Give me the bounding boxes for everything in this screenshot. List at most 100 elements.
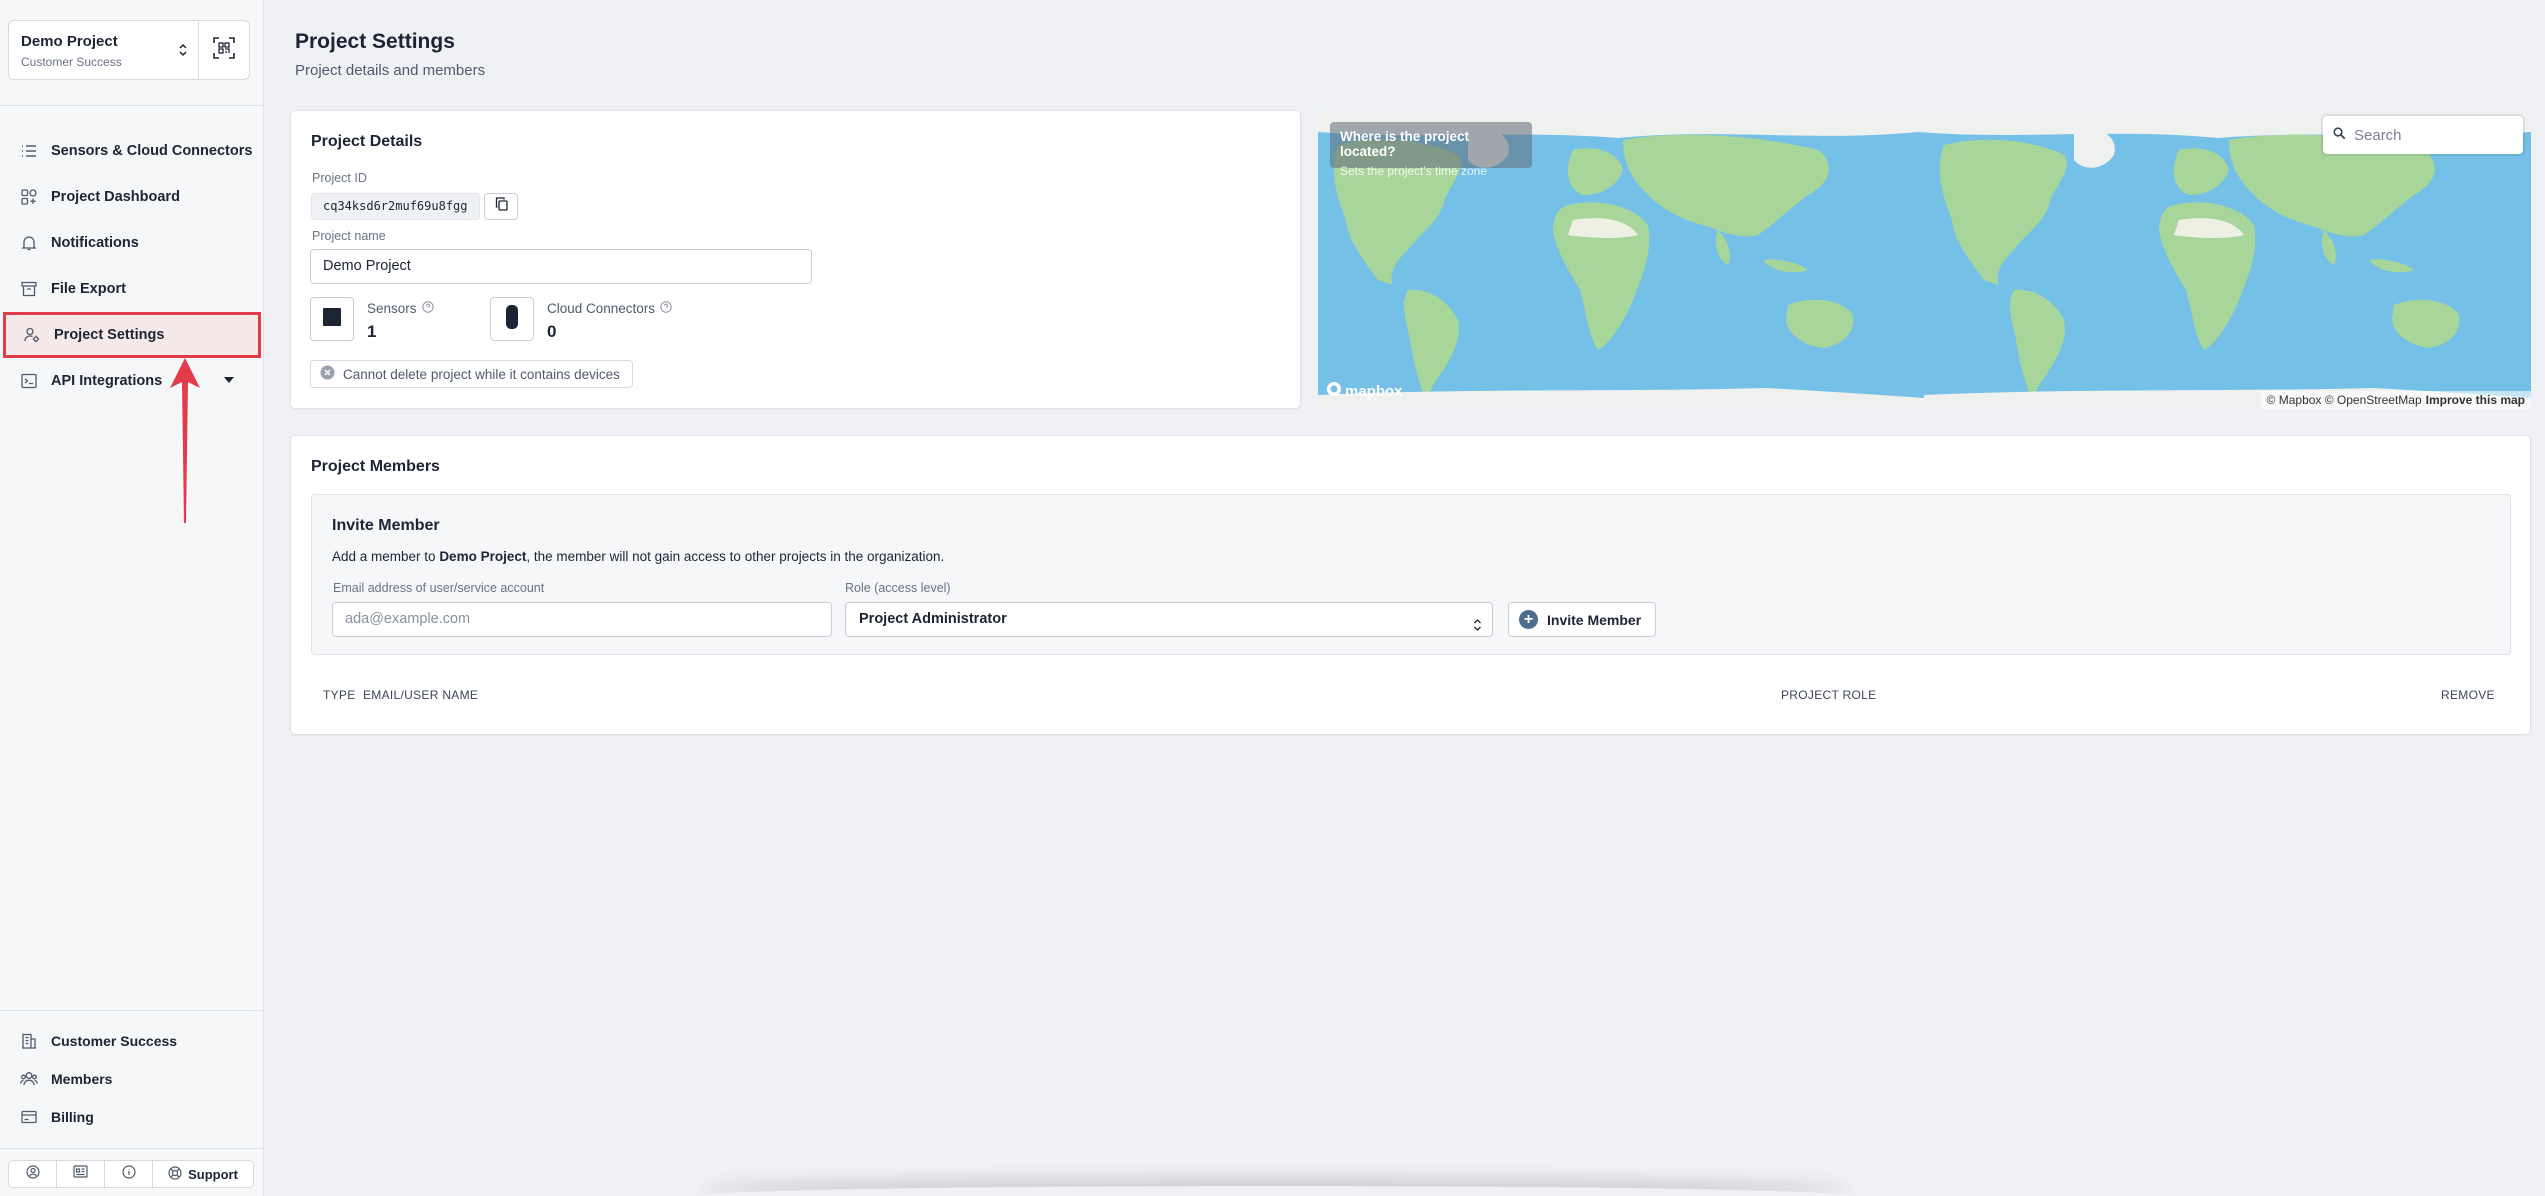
mapbox-logo[interactable]: mapbox <box>1326 381 1403 401</box>
chevron-up-down-icon <box>178 42 188 63</box>
sidebar-item-label: Sensors & Cloud Connectors <box>51 143 253 159</box>
project-name-input[interactable]: Demo Project <box>310 249 812 284</box>
sidebar-item-sensors[interactable]: Sensors & Cloud Connectors <box>0 128 264 174</box>
annotation-arrow <box>170 358 200 523</box>
sensor-icon <box>323 307 341 331</box>
cloud-connectors-tile <box>490 297 534 341</box>
project-members-card: Project Members Invite Member Add a memb… <box>290 435 2531 735</box>
sidebar-item-billing[interactable]: Billing <box>0 1098 264 1136</box>
mapbox-logo-text: mapbox <box>1345 382 1403 400</box>
column-header-remove: REMOVE <box>2441 688 2495 702</box>
sidebar-item-label: Project Settings <box>54 327 165 343</box>
invite-desc-post: , the member will not gain access to oth… <box>526 549 945 564</box>
sidebar-item-label: File Export <box>51 281 126 297</box>
project-name-label: Project name <box>312 229 386 243</box>
role-label: Role (access level) <box>845 581 951 595</box>
sensors-tile <box>310 297 354 341</box>
improve-map-link[interactable]: Improve this map <box>2426 393 2525 407</box>
cloud-connector-icon <box>506 304 518 334</box>
x-circle-icon <box>320 365 335 383</box>
sidebar-item-members[interactable]: Members <box>0 1060 264 1098</box>
sidebar-footer: Support <box>8 1160 254 1188</box>
help-icon[interactable] <box>660 301 672 316</box>
location-map[interactable]: Where is the project located? Sets the p… <box>1318 110 2531 409</box>
building-icon <box>20 1032 38 1050</box>
sidebar-nav: Sensors & Cloud Connectors Project Dashb… <box>0 128 264 404</box>
changelog-button[interactable] <box>57 1161 105 1187</box>
column-header-type: TYPE <box>323 688 356 702</box>
sidebar-item-label: API Integrations <box>51 373 163 389</box>
sidebar-item-dashboard[interactable]: Project Dashboard <box>0 174 264 220</box>
page-title: Project Settings <box>295 30 455 53</box>
cloud-connectors-label: Cloud Connectors <box>547 301 672 316</box>
support-label: Support <box>188 1166 238 1182</box>
project-switcher[interactable]: Demo Project Customer Success <box>8 20 250 80</box>
info-button[interactable] <box>105 1161 153 1187</box>
delete-disabled-text: Cannot delete project while it contains … <box>343 366 620 382</box>
copy-id-button[interactable] <box>484 193 518 220</box>
project-id-label: Project ID <box>312 171 367 185</box>
list-icon <box>20 142 38 160</box>
search-icon <box>2333 126 2346 144</box>
sidebar: Demo Project Customer Success Sensors & … <box>0 0 264 1196</box>
delete-disabled-notice: Cannot delete project while it contains … <box>310 360 633 388</box>
sidebar-item-customer-success[interactable]: Customer Success <box>0 1022 264 1060</box>
cloud-connectors-label-text: Cloud Connectors <box>547 301 656 316</box>
user-settings-icon <box>23 326 41 344</box>
sidebar-item-label: Billing <box>51 1109 94 1125</box>
sidebar-item-label: Customer Success <box>51 1033 178 1049</box>
project-details-card: Project Details Project ID cq34ksd6r2muf… <box>290 110 1301 409</box>
bell-icon <box>20 234 38 252</box>
qr-scan-button[interactable] <box>199 21 249 79</box>
invite-title: Invite Member <box>332 517 440 534</box>
email-label: Email address of user/service account <box>333 581 545 595</box>
sensors-label: Sensors <box>367 301 434 316</box>
sidebar-divider <box>0 105 264 106</box>
caret-down-icon[interactable] <box>224 377 234 383</box>
invite-member-button[interactable]: + Invite Member <box>1508 602 1656 637</box>
invite-member-button-label: Invite Member <box>1547 611 1642 628</box>
sidebar-item-label: Members <box>51 1071 113 1087</box>
role-select[interactable]: Project Administrator <box>845 602 1493 637</box>
news-icon <box>73 1165 88 1183</box>
invite-desc-pre: Add a member to <box>332 549 440 564</box>
map-tip-title: Where is the project located? <box>1340 129 1470 159</box>
sensors-count: 1 <box>367 322 377 341</box>
cloud-connectors-count: 0 <box>547 322 557 341</box>
map-attribution: © Mapbox © OpenStreetMap Improve this map <box>2260 391 2531 409</box>
user-circle-icon <box>25 1164 40 1184</box>
map-search-placeholder: Search <box>2354 126 2402 144</box>
invite-description: Add a member to Demo Project, the member… <box>332 549 944 564</box>
project-switcher-name: Demo Project <box>21 33 118 50</box>
qr-scan-icon <box>213 36 235 64</box>
sidebar-item-file-export[interactable]: File Export <box>0 266 264 312</box>
terminal-icon <box>20 372 38 390</box>
map-attribution-text[interactable]: © Mapbox © OpenStreetMap <box>2267 393 2422 407</box>
sidebar-org-nav: Customer Success Members Billing <box>0 1022 264 1136</box>
profile-button[interactable] <box>9 1161 57 1187</box>
card-title: Project Members <box>311 458 440 475</box>
column-header-email: EMAIL/USER NAME <box>363 688 479 702</box>
invite-desc-project: Demo Project <box>439 549 527 564</box>
email-input[interactable]: ada@example.com <box>332 602 832 637</box>
sidebar-divider <box>0 1148 264 1149</box>
mapbox-logo-icon <box>1326 381 1342 401</box>
sidebar-divider <box>0 1010 264 1011</box>
plus-circle-icon: + <box>1519 610 1538 629</box>
sidebar-item-project-settings[interactable]: Project Settings <box>3 312 261 358</box>
bottom-drawer-shadow <box>700 1186 1850 1196</box>
card-title: Project Details <box>311 133 423 150</box>
users-icon <box>20 1070 38 1088</box>
help-icon[interactable] <box>421 301 434 316</box>
lifebuoy-icon <box>168 1165 182 1183</box>
copy-icon <box>495 197 508 216</box>
support-button[interactable]: Support <box>153 1161 253 1187</box>
map-search-input[interactable]: Search <box>2323 116 2523 154</box>
sidebar-item-notifications[interactable]: Notifications <box>0 220 264 266</box>
project-switcher-info[interactable]: Demo Project Customer Success <box>9 21 199 79</box>
sidebar-item-api-integrations[interactable]: API Integrations <box>0 358 264 404</box>
sensors-label-text: Sensors <box>367 301 417 316</box>
card-icon <box>20 1108 38 1126</box>
sidebar-item-label: Notifications <box>51 235 139 251</box>
archive-icon <box>20 280 38 298</box>
